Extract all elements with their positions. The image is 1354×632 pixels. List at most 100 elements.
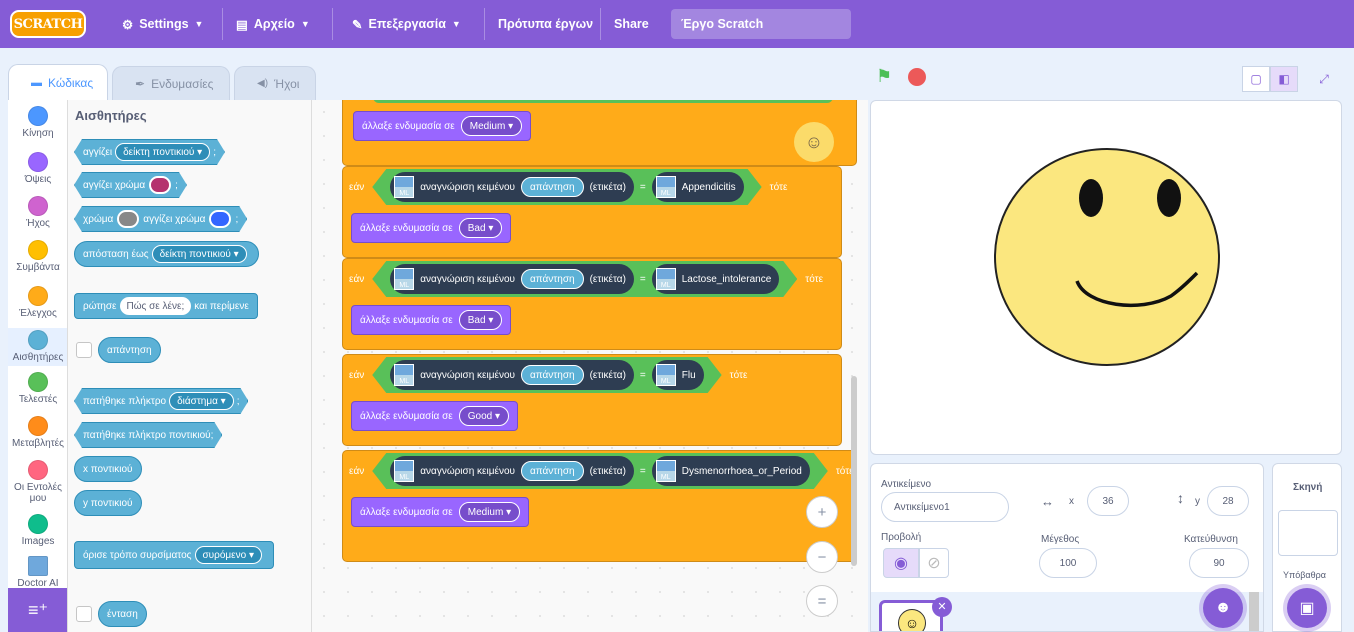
- tab-costumes[interactable]: ✒ Ενδυμασίες: [112, 66, 230, 100]
- switch-costume-block[interactable]: άλλαξε ενδυμασία σε Medium ▾: [353, 111, 532, 141]
- category-looks[interactable]: Όψεις: [8, 152, 67, 198]
- color-swatch[interactable]: [117, 210, 139, 228]
- if-block[interactable]: εάν ML αναγνώριση κειμένου απάντηση (ετικέτα…: [342, 258, 842, 350]
- ask-input[interactable]: Πώς σε λένε;: [119, 297, 192, 315]
- project-title-input[interactable]: Έργο Scratch: [671, 9, 851, 39]
- if-block[interactable]: εάν ML αναγνώριση κειμένου απάντηση (ετικέτα…: [342, 166, 842, 258]
- zoom-in-button[interactable]: +: [806, 496, 838, 528]
- normal-stage-button[interactable]: ◧: [1270, 66, 1298, 92]
- edit-menu[interactable]: ✎ Επεξεργασία ▼: [352, 0, 461, 48]
- zoom-reset-button[interactable]: =: [806, 585, 838, 617]
- recognize-text-block[interactable]: ML αναγνώριση κειμένου απάντηση (ετικέτα): [390, 360, 634, 390]
- fullscreen-button[interactable]: ⤢: [1310, 66, 1338, 92]
- loudness-checkbox[interactable]: [76, 606, 92, 622]
- delete-icon[interactable]: ✕: [932, 597, 952, 617]
- color-swatch[interactable]: [209, 210, 231, 228]
- size-input[interactable]: 100: [1039, 548, 1097, 578]
- answer-checkbox[interactable]: [76, 342, 92, 358]
- direction-input[interactable]: 90: [1189, 548, 1249, 578]
- sprite-thumbnail[interactable]: ☺ ✕: [879, 597, 952, 631]
- category-motion[interactable]: Κίνηση: [8, 106, 67, 152]
- sprite-name-input[interactable]: Αντικείμενο1: [881, 492, 1009, 522]
- show-hidden-button[interactable]: ⊘: [919, 548, 949, 578]
- equals-block[interactable]: ML αναγνώριση κειμένου απάντηση (ετικέτα) = M…: [372, 261, 797, 297]
- file-menu[interactable]: ▤ Αρχείο ▼: [236, 0, 310, 48]
- share-button[interactable]: Share: [614, 0, 649, 48]
- zoom-out-button[interactable]: −: [806, 541, 838, 573]
- costume-menu[interactable]: Bad ▾: [458, 218, 503, 238]
- label-block[interactable]: ML Appendicitis: [652, 172, 744, 202]
- stop-icon[interactable]: [908, 68, 926, 86]
- distance-block[interactable]: απόσταση έως δείκτη ποντικιού ▾: [74, 241, 259, 267]
- key-menu[interactable]: διάστημα ▾: [169, 392, 234, 410]
- tutorials-link[interactable]: Πρότυπα έργων: [498, 0, 593, 48]
- code-workspace[interactable]: άλλαξε ενδυμασία σε Medium ▾ ☺ εάν ML αναγν…: [312, 100, 868, 632]
- costume-menu[interactable]: Good ▾: [458, 406, 510, 426]
- category-events[interactable]: Συμβάντα: [8, 240, 67, 286]
- mouse-y-block[interactable]: y ποντικιού: [74, 490, 142, 516]
- costume-menu[interactable]: Medium ▾: [458, 502, 521, 522]
- green-flag-icon[interactable]: ⚑: [876, 66, 892, 87]
- add-extension-button[interactable]: ≡⁺: [8, 588, 67, 632]
- equals-block[interactable]: ML αναγνώριση κειμένου απάντηση (ετικέτα) = M…: [372, 169, 761, 205]
- if-block[interactable]: εάν ML αναγνώριση κειμένου απάντηση (ετικέτα…: [342, 450, 857, 562]
- if-block-partial[interactable]: άλλαξε ενδυμασία σε Medium ▾: [342, 100, 857, 166]
- ask-block[interactable]: ρώτησε Πώς σε λένε; και περίμενε: [74, 293, 258, 319]
- answer-block[interactable]: απάντηση: [98, 337, 161, 363]
- small-stage-button[interactable]: ▢: [1242, 66, 1270, 92]
- switch-costume-block[interactable]: άλλαξε ενδυμασία σε Medium ▾: [351, 497, 530, 527]
- sprite-list-scrollbar[interactable]: [1249, 592, 1259, 631]
- recognize-text-block[interactable]: ML αναγνώριση κειμένου απάντηση (ετικέτα): [390, 264, 634, 294]
- category-sensing[interactable]: Αισθητήρες: [8, 328, 67, 366]
- color-touching-color-block[interactable]: χρώμα αγγίζει χρώμα;: [74, 206, 247, 232]
- label-block[interactable]: ML Dysmenorrhoea_or_Period: [652, 456, 810, 486]
- loudness-block[interactable]: ένταση: [98, 601, 147, 627]
- color-swatch[interactable]: [149, 176, 171, 194]
- recognize-text-block[interactable]: ML αναγνώριση κειμένου απάντηση (ετικέτα): [390, 456, 634, 486]
- switch-costume-block[interactable]: άλλαξε ενδυμασία σε Bad ▾: [351, 305, 512, 335]
- key-pressed-block[interactable]: πατήθηκε πλήκτρο διάστημα ▾;: [74, 388, 248, 414]
- category-variables[interactable]: Μεταβλητές: [8, 416, 67, 462]
- drag-mode-block[interactable]: όρισε τρόπο συρσίματος συρόμενο ▾: [74, 541, 274, 569]
- answer-reporter[interactable]: απάντηση: [521, 269, 584, 289]
- costume-menu[interactable]: Medium ▾: [460, 116, 523, 136]
- distance-menu[interactable]: δείκτη ποντικιού ▾: [151, 245, 247, 263]
- add-backdrop-button[interactable]: ▣: [1287, 588, 1327, 628]
- touching-block[interactable]: αγγίζει δείκτη ποντικιού ▾;: [74, 139, 225, 165]
- touching-color-block[interactable]: αγγίζει χρώμα;: [74, 172, 187, 198]
- tab-sounds[interactable]: ◀) Ήχοι: [234, 66, 316, 100]
- category-images[interactable]: Images: [8, 514, 67, 560]
- category-sound[interactable]: Ήχος: [8, 196, 67, 242]
- equals-block[interactable]: ML αναγνώριση κειμένου απάντηση (ετικέτα) = M…: [372, 357, 721, 393]
- stage[interactable]: [870, 100, 1342, 455]
- stage-selector[interactable]: Σκηνή Υπόβαθρα ▣: [1272, 463, 1342, 632]
- equals-block[interactable]: ML αναγνώριση κειμένου απάντηση (ετικέτα) = M…: [372, 453, 828, 489]
- backdrop-thumbnail[interactable]: [1278, 510, 1338, 556]
- answer-reporter[interactable]: απάντηση: [521, 461, 584, 481]
- mouse-down-block[interactable]: πατήθηκε πλήκτρο ποντικιού;: [74, 422, 222, 448]
- category-operators[interactable]: Τελεστές: [8, 372, 67, 418]
- y-input[interactable]: 28: [1207, 486, 1249, 516]
- tab-code[interactable]: ▬ Κώδικας: [8, 64, 108, 100]
- switch-costume-block[interactable]: άλλαξε ενδυμασία σε Good ▾: [351, 401, 519, 431]
- if-block[interactable]: εάν ML αναγνώριση κειμένου απάντηση (ετικέτα…: [342, 354, 842, 446]
- answer-reporter[interactable]: απάντηση: [521, 177, 584, 197]
- smiley-sprite[interactable]: [871, 101, 1342, 455]
- switch-costume-block[interactable]: άλλαξε ενδυμασία σε Bad ▾: [351, 213, 512, 243]
- touching-menu[interactable]: δείκτη ποντικιού ▾: [115, 143, 210, 161]
- scratch-logo[interactable]: SCRATCH: [10, 10, 86, 38]
- label-block[interactable]: ML Flu: [652, 360, 704, 390]
- category-control[interactable]: Έλεγχος: [8, 286, 67, 332]
- workspace-scrollbar[interactable]: [851, 376, 857, 566]
- answer-reporter[interactable]: απάντηση: [521, 365, 584, 385]
- recognize-text-block[interactable]: ML αναγνώριση κειμένου απάντηση (ετικέτα): [390, 172, 634, 202]
- mouse-x-block[interactable]: x ποντικιού: [74, 456, 142, 482]
- drag-menu[interactable]: συρόμενο ▾: [194, 546, 262, 564]
- x-input[interactable]: 36: [1087, 486, 1129, 516]
- settings-menu[interactable]: ⚙ Settings ▼: [122, 0, 203, 48]
- show-visible-button[interactable]: ◉: [883, 548, 919, 578]
- category-my-blocks[interactable]: Οι Εντολές μου: [8, 460, 67, 506]
- add-sprite-button[interactable]: ☻: [1203, 588, 1243, 628]
- costume-menu[interactable]: Bad ▾: [458, 310, 503, 330]
- label-block[interactable]: ML Lactose_intolerance: [652, 264, 780, 294]
